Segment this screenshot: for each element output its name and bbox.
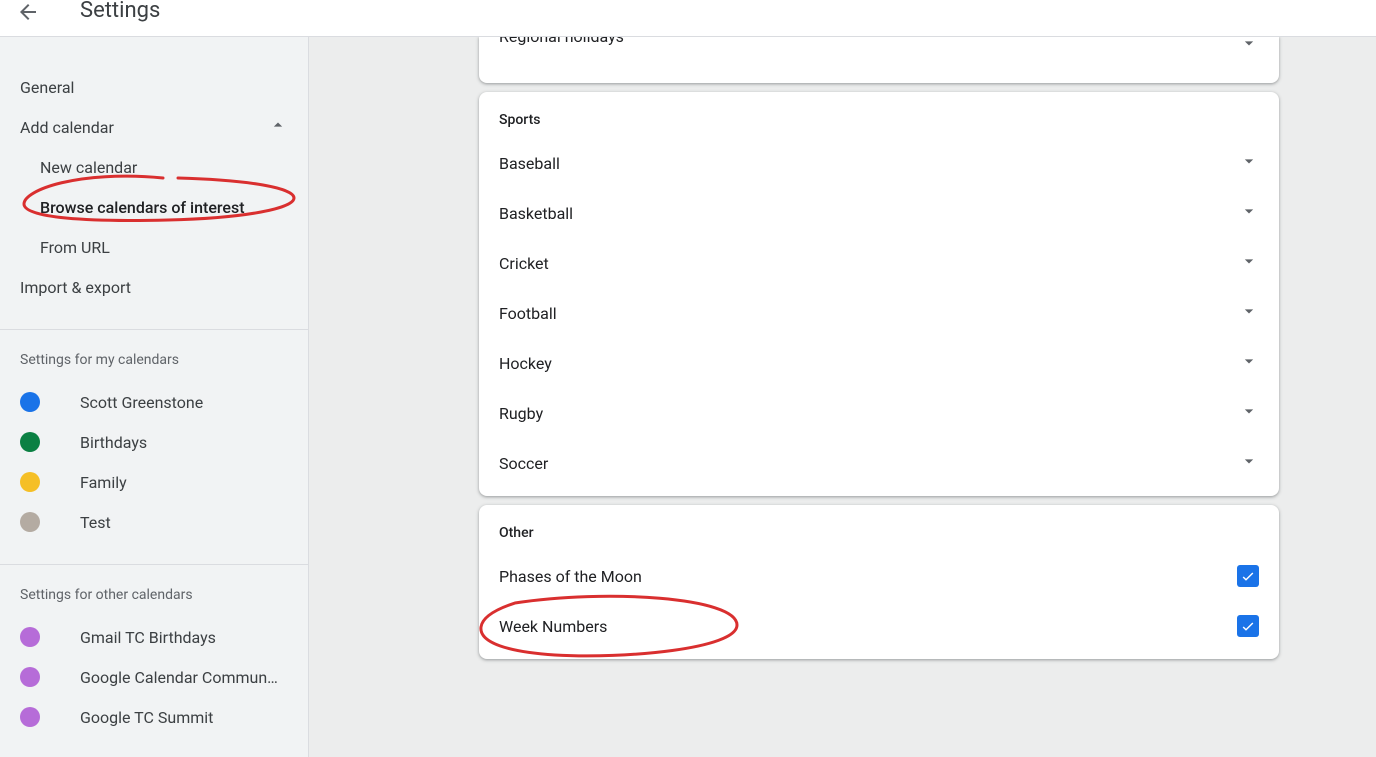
- my-calendar-item[interactable]: Family: [0, 462, 308, 502]
- calendar-name: Gmail TC Birthdays: [80, 628, 216, 647]
- expand-row-cricket[interactable]: Cricket: [479, 238, 1279, 288]
- chevron-down-icon: [1239, 37, 1259, 57]
- chevron-down-icon: [1239, 251, 1259, 275]
- back-arrow-icon[interactable]: [4, 0, 52, 36]
- expand-row-soccer[interactable]: Soccer: [479, 438, 1279, 488]
- sports-card: Sports Baseball Basketball Cricket: [479, 92, 1279, 496]
- my-calendar-item[interactable]: Test: [0, 502, 308, 542]
- nav-add-calendar-label: Add calendar: [20, 118, 114, 137]
- other-card: Other Phases of the Moon Week Numbers: [479, 505, 1279, 659]
- settings-my-calendars-label: Settings for my calendars: [0, 352, 308, 368]
- card-header-sports: Sports: [479, 92, 1279, 138]
- other-calendar-item[interactable]: Gmail TC Birthdays: [0, 617, 308, 657]
- calendar-color-dot: [20, 512, 40, 532]
- row-label: Hockey: [499, 354, 552, 373]
- main-content: Regional holidays Sports Baseball Basket…: [309, 37, 1376, 757]
- nav-import-export[interactable]: Import & export: [0, 267, 308, 307]
- row-label: Football: [499, 304, 557, 323]
- calendar-name: Google Calendar Commun…: [80, 668, 278, 687]
- calendar-name: Family: [80, 473, 127, 492]
- nav-browse-calendars-of-interest[interactable]: Browse calendars of interest: [0, 187, 308, 227]
- other-calendar-item[interactable]: Google TC Summit: [0, 697, 308, 737]
- row-label: Regional holidays: [499, 37, 624, 46]
- checkbox-checked-icon[interactable]: [1237, 565, 1259, 587]
- calendar-color-dot: [20, 432, 40, 452]
- row-label: Basketball: [499, 204, 573, 223]
- toggle-row-week-numbers[interactable]: Week Numbers: [479, 601, 1279, 651]
- my-calendar-item[interactable]: Scott Greenstone: [0, 382, 308, 422]
- calendar-name: Google TC Summit: [80, 708, 213, 727]
- calendar-color-dot: [20, 707, 40, 727]
- divider: [0, 329, 308, 330]
- expand-row-rugby[interactable]: Rugby: [479, 388, 1279, 438]
- nav-add-calendar[interactable]: Add calendar: [0, 107, 308, 147]
- calendar-color-dot: [20, 392, 40, 412]
- chevron-down-icon: [1239, 151, 1259, 175]
- calendar-name: Birthdays: [80, 433, 147, 452]
- page-title: Settings: [80, 0, 160, 23]
- expand-row-baseball[interactable]: Baseball: [479, 138, 1279, 188]
- calendar-name: Scott Greenstone: [80, 393, 203, 412]
- expand-row-regional-holidays[interactable]: Regional holidays: [479, 37, 1279, 75]
- checkbox-checked-icon[interactable]: [1237, 615, 1259, 637]
- chevron-down-icon: [1239, 201, 1259, 225]
- divider: [0, 564, 308, 565]
- calendar-color-dot: [20, 627, 40, 647]
- row-label: Soccer: [499, 454, 548, 473]
- chevron-down-icon: [1239, 401, 1259, 425]
- expand-row-hockey[interactable]: Hockey: [479, 338, 1279, 388]
- my-calendar-item[interactable]: Birthdays: [0, 422, 308, 462]
- holidays-card: Regional holidays: [479, 37, 1279, 83]
- chevron-down-icon: [1239, 351, 1259, 375]
- calendar-name: Test: [80, 513, 111, 532]
- other-calendar-item[interactable]: Google Calendar Commun…: [0, 657, 308, 697]
- chevron-up-icon: [268, 115, 288, 139]
- expand-row-basketball[interactable]: Basketball: [479, 188, 1279, 238]
- toggle-row-phases-of-the-moon[interactable]: Phases of the Moon: [479, 551, 1279, 601]
- calendar-color-dot: [20, 472, 40, 492]
- calendar-color-dot: [20, 667, 40, 687]
- settings-sidebar: General Add calendar New calendar Browse…: [0, 37, 309, 757]
- chevron-down-icon: [1239, 301, 1259, 325]
- app-header: Settings: [0, 0, 1376, 37]
- card-header-other: Other: [479, 505, 1279, 551]
- row-label: Baseball: [499, 154, 560, 173]
- expand-row-football[interactable]: Football: [479, 288, 1279, 338]
- row-label: Phases of the Moon: [499, 567, 642, 586]
- settings-other-calendars-label: Settings for other calendars: [0, 587, 308, 603]
- row-label: Week Numbers: [499, 617, 607, 636]
- row-label: Rugby: [499, 404, 543, 423]
- nav-general[interactable]: General: [0, 67, 308, 107]
- row-label: Cricket: [499, 254, 549, 273]
- chevron-down-icon: [1239, 451, 1259, 475]
- nav-new-calendar[interactable]: New calendar: [0, 147, 308, 187]
- nav-from-url[interactable]: From URL: [0, 227, 308, 267]
